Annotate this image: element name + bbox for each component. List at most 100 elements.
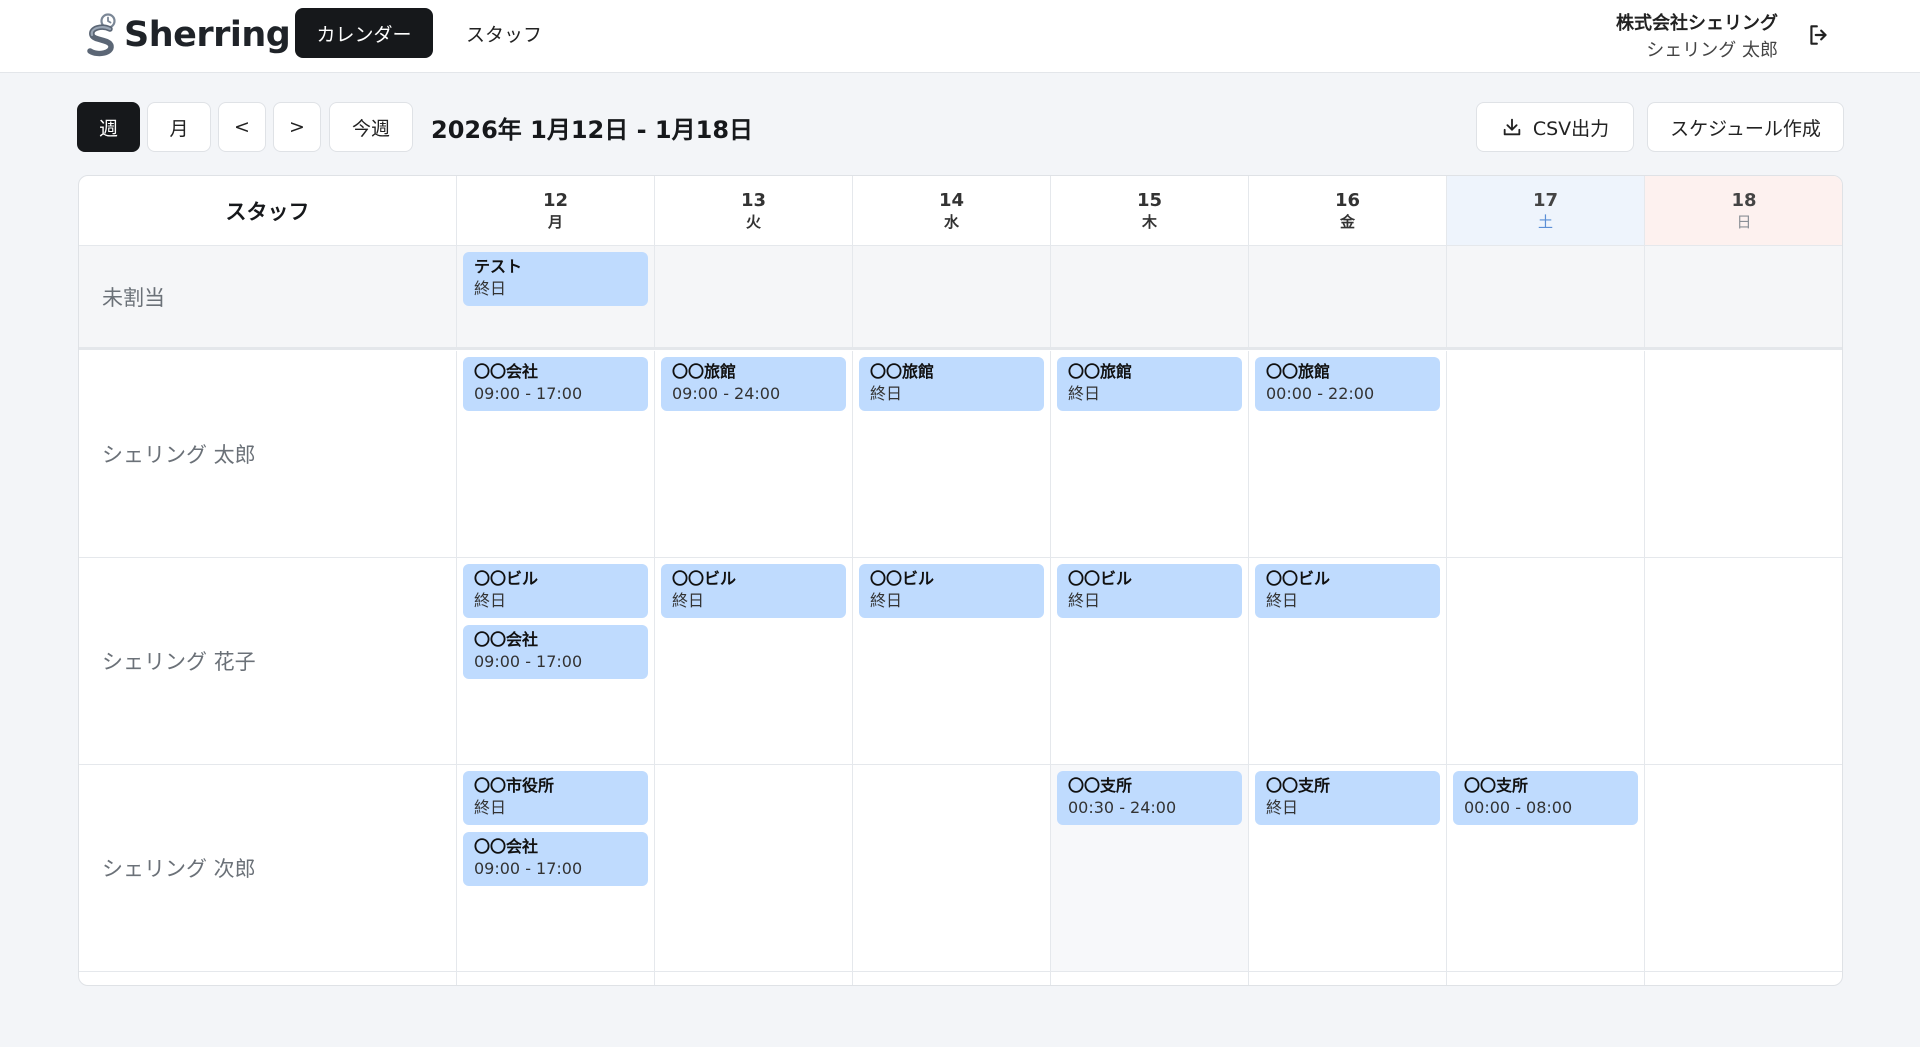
calendar-row-staff: シェリング 太郎 〇〇会社 09:00 - 17:00 〇〇旅館 09:00 - 2… (79, 351, 1842, 558)
schedule-event[interactable]: 〇〇旅館 09:00 - 24:00 (661, 357, 846, 411)
day-cell[interactable] (1645, 972, 1842, 985)
event-time: 終日 (1266, 798, 1299, 817)
day-cell[interactable]: 〇〇旅館 終日 (1051, 351, 1249, 557)
day-cell[interactable]: 〇〇ビル 終日 〇〇会社 09:00 - 17:00 (457, 558, 655, 764)
day-cell[interactable] (1249, 972, 1447, 985)
day-cell[interactable] (1249, 246, 1447, 347)
schedule-event[interactable]: 〇〇旅館 00:00 - 22:00 (1255, 357, 1440, 411)
day-cell[interactable] (655, 246, 853, 347)
schedule-event[interactable]: 〇〇支所 00:30 - 24:00 (1057, 771, 1242, 825)
day-cell[interactable]: 〇〇支所 終日 (1249, 765, 1447, 971)
day-header-saturday: 17 土 (1447, 176, 1645, 245)
day-header: 13 火 (655, 176, 853, 245)
next-week-button[interactable]: > (273, 102, 321, 152)
day-cell[interactable]: 〇〇旅館 09:00 - 24:00 (655, 351, 853, 557)
calendar-row-staff: シェリング 花子 〇〇ビル 終日 〇〇会社 09:00 - 17:00 〇〇ビル 終日… (79, 558, 1842, 765)
schedule-event[interactable]: 〇〇ビル 終日 (859, 564, 1044, 618)
day-header: 15 木 (1051, 176, 1249, 245)
day-weekday: 月 (547, 212, 563, 231)
schedule-event[interactable]: 〇〇旅館 終日 (1057, 357, 1242, 411)
day-cell[interactable] (853, 765, 1051, 971)
event-title: 〇〇旅館 (1068, 362, 1133, 381)
calendar-row-partial (79, 972, 1842, 985)
day-cell[interactable] (853, 972, 1051, 985)
day-cell[interactable]: 〇〇旅館 00:00 - 22:00 (1249, 351, 1447, 557)
date-range-title: 2026年 1月12日 - 1月18日 (431, 116, 754, 144)
app-logo[interactable]: Sherring (84, 12, 291, 58)
user-info: 株式会社シェリング シェリング 太郎 (1616, 10, 1778, 64)
day-cell[interactable]: 〇〇市役所 終日 〇〇会社 09:00 - 17:00 (457, 765, 655, 971)
user-company: 株式会社シェリング (1616, 13, 1778, 34)
day-number: 16 (1334, 189, 1361, 211)
schedule-event[interactable]: テスト 終日 (463, 252, 648, 306)
day-cell[interactable]: テスト 終日 (457, 246, 655, 347)
schedule-event[interactable]: 〇〇支所 終日 (1255, 771, 1440, 825)
event-title: 〇〇旅館 (672, 362, 737, 381)
month-view-button[interactable]: 月 (147, 102, 211, 152)
day-number: 18 (1731, 189, 1757, 211)
schedule-event[interactable]: 〇〇市役所 終日 (463, 771, 648, 825)
day-header: 14 水 (853, 176, 1051, 245)
day-cell[interactable] (1447, 558, 1645, 764)
event-title: 〇〇ビル (1068, 569, 1133, 588)
day-cell[interactable] (853, 246, 1051, 347)
day-number: 14 (938, 189, 965, 211)
schedule-event[interactable]: 〇〇ビル 終日 (1057, 564, 1242, 618)
day-cell[interactable] (1051, 246, 1249, 347)
previous-week-button[interactable]: < (218, 102, 266, 152)
day-number: 15 (1136, 189, 1163, 211)
schedule-event[interactable]: 〇〇ビル 終日 (1255, 564, 1440, 618)
staff-name: シェリング 花子 (79, 558, 457, 764)
day-cell[interactable]: 〇〇ビル 終日 (1249, 558, 1447, 764)
event-time: 終日 (1068, 591, 1101, 610)
schedule-event[interactable]: 〇〇会社 09:00 - 17:00 (463, 832, 648, 886)
day-cell[interactable] (1447, 246, 1645, 347)
event-time: 終日 (474, 591, 507, 610)
week-calendar: スタッフ 12 月 13 火 14 水 15 木 16 金 17 土 18 日 未割当 テスト… (78, 175, 1843, 986)
day-cell[interactable]: 〇〇支所 00:00 - 08:00 (1447, 765, 1645, 971)
schedule-event[interactable]: 〇〇ビル 終日 (463, 564, 648, 618)
day-cell[interactable] (1645, 246, 1842, 347)
day-weekday: 土 (1537, 212, 1553, 231)
create-schedule-button[interactable]: スケジュール作成 (1647, 102, 1844, 152)
day-cell[interactable] (1645, 558, 1842, 764)
schedule-event[interactable]: 〇〇会社 09:00 - 17:00 (463, 625, 648, 679)
event-time: 09:00 - 17:00 (474, 652, 583, 671)
schedule-event[interactable]: 〇〇旅館 終日 (859, 357, 1044, 411)
week-view-button[interactable]: 週 (77, 102, 140, 152)
schedule-event[interactable]: 〇〇会社 09:00 - 17:00 (463, 357, 648, 411)
event-time: 00:00 - 22:00 (1266, 384, 1375, 403)
day-cell[interactable] (655, 972, 853, 985)
day-cell[interactable]: 〇〇会社 09:00 - 17:00 (457, 351, 655, 557)
day-cell[interactable] (655, 765, 853, 971)
day-header: 12 月 (457, 176, 655, 245)
day-weekday: 水 (943, 212, 959, 231)
day-header-sunday: 18 日 (1645, 176, 1842, 245)
nav-staff-button[interactable]: スタッフ (452, 8, 556, 58)
day-cell[interactable] (1447, 351, 1645, 557)
day-cell[interactable]: 〇〇ビル 終日 (655, 558, 853, 764)
logout-icon[interactable] (1806, 22, 1832, 48)
event-time: 終日 (1068, 384, 1101, 403)
staff-name-cell (79, 972, 457, 985)
this-week-button[interactable]: 今週 (329, 102, 413, 152)
logo-mark-icon (87, 13, 116, 57)
calendar-row-unassigned: 未割当 テスト 終日 (79, 246, 1842, 350)
day-weekday: 日 (1736, 212, 1752, 231)
day-cell[interactable] (1051, 972, 1249, 985)
day-cell[interactable]: 〇〇旅館 終日 (853, 351, 1051, 557)
schedule-event[interactable]: 〇〇ビル 終日 (661, 564, 846, 618)
schedule-event[interactable]: 〇〇支所 00:00 - 08:00 (1453, 771, 1638, 825)
day-cell[interactable] (457, 972, 655, 985)
day-cell[interactable] (1447, 972, 1645, 985)
day-cell[interactable] (1645, 765, 1842, 971)
day-cell[interactable]: 〇〇ビル 終日 (1051, 558, 1249, 764)
day-cell[interactable]: 〇〇支所 00:30 - 24:00 (1051, 765, 1249, 971)
event-title: 〇〇市役所 (474, 776, 555, 795)
day-cell[interactable]: 〇〇ビル 終日 (853, 558, 1051, 764)
event-time: 00:00 - 08:00 (1464, 798, 1573, 817)
nav-calendar-button[interactable]: カレンダー (295, 8, 433, 58)
csv-export-button[interactable]: CSV出力 (1476, 102, 1634, 152)
day-cell[interactable] (1645, 351, 1842, 557)
calendar-header-row: スタッフ 12 月 13 火 14 水 15 木 16 金 17 土 18 日 (79, 176, 1842, 246)
